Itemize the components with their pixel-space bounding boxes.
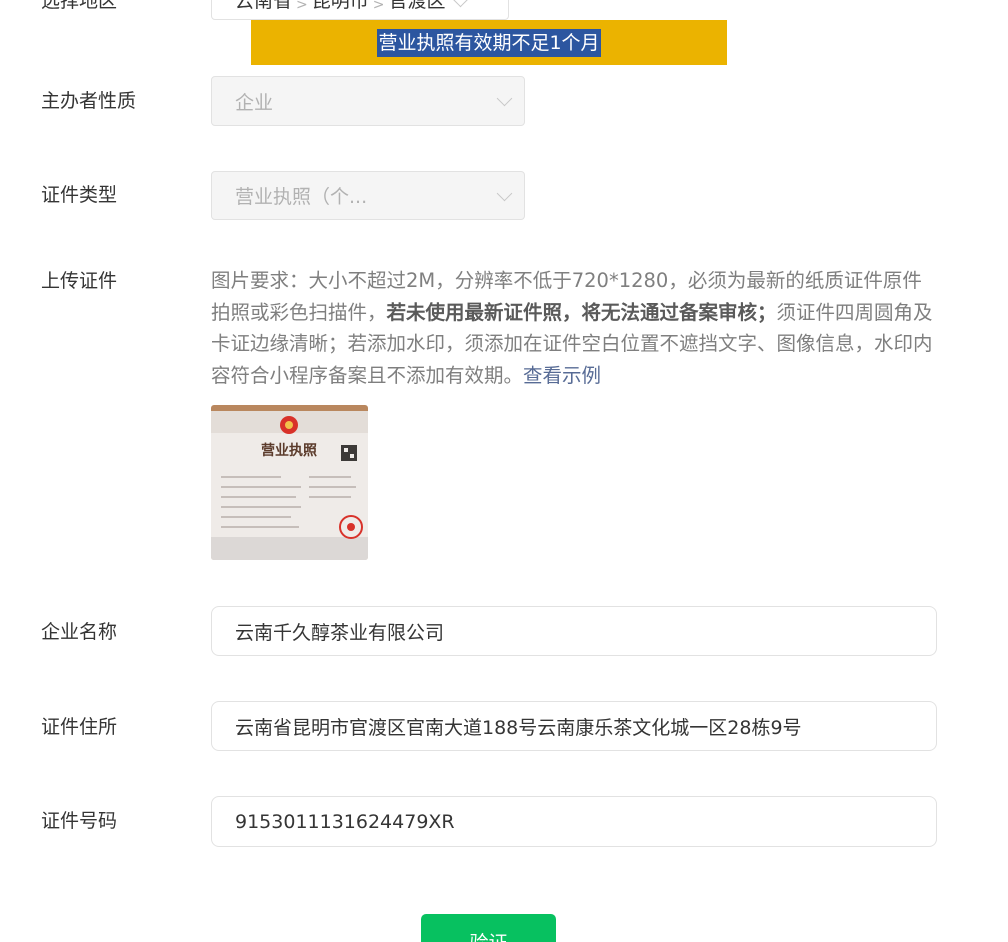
cert-address-label: 证件住所 [41,716,118,738]
license-thumbnail[interactable]: 营业执照 [211,405,368,560]
cert-number-value: 9153011131624479XR [235,810,455,833]
region-province: 云南省 [235,0,293,12]
license-image: 营业执照 [211,405,368,560]
license-expiry-banner: 营业执照有效期不足1个月 [251,20,727,65]
upload-requirements: 图片要求：大小不超过2M，分辨率不低于720*1280，必须为最新的纸质证件原件… [211,265,941,391]
cert-type-select[interactable]: 营业执照（个... [211,171,525,220]
cert-type-label: 证件类型 [41,184,118,206]
view-example-link[interactable]: 查看示例 [523,364,601,387]
chevron-down-icon [496,90,513,107]
chevron-down-icon [496,185,513,201]
company-name-label: 企业名称 [41,621,118,643]
region-select[interactable]: 云南省 > 昆明市 > 官渡区 [211,0,509,20]
upload-label: 上传证件 [41,270,118,292]
region-city: 昆明市 [311,0,369,12]
cert-address-field[interactable]: 云南省昆明市官渡区官南大道188号云南康乐茶文化城一区28栋9号 [211,701,937,751]
requirements-warning: 若未使用最新证件照，将无法通过备案审核； [386,300,777,324]
company-name-value: 云南千久醇茶业有限公司 [235,621,445,644]
region-district: 官渡区 [388,0,446,12]
thumbnail-title: 营业执照 [261,442,317,459]
region-separator: > [296,0,308,13]
verify-button[interactable]: 验证 [421,914,556,942]
region-label: 选择地区 [41,0,118,12]
license-expiry-text: 营业执照有效期不足1个月 [377,28,601,57]
region-separator: > [372,0,385,13]
cert-number-label: 证件号码 [41,810,118,832]
organizer-type-label: 主办者性质 [41,90,137,112]
organizer-type-value: 企业 [235,91,274,114]
company-name-field[interactable]: 云南千久醇茶业有限公司 [211,606,937,656]
chevron-down-icon [452,0,469,8]
filing-form-page: 选择地区 云南省 > 昆明市 > 官渡区 营业执照有效期不足1个月 主办者性质 … [0,0,1008,942]
organizer-type-select[interactable]: 企业 [211,76,525,126]
cert-type-value: 营业执照（个... [235,186,368,208]
cert-number-field[interactable]: 9153011131624479XR [211,796,937,847]
cert-address-value: 云南省昆明市官渡区官南大道188号云南康乐茶文化城一区28栋9号 [235,716,802,739]
